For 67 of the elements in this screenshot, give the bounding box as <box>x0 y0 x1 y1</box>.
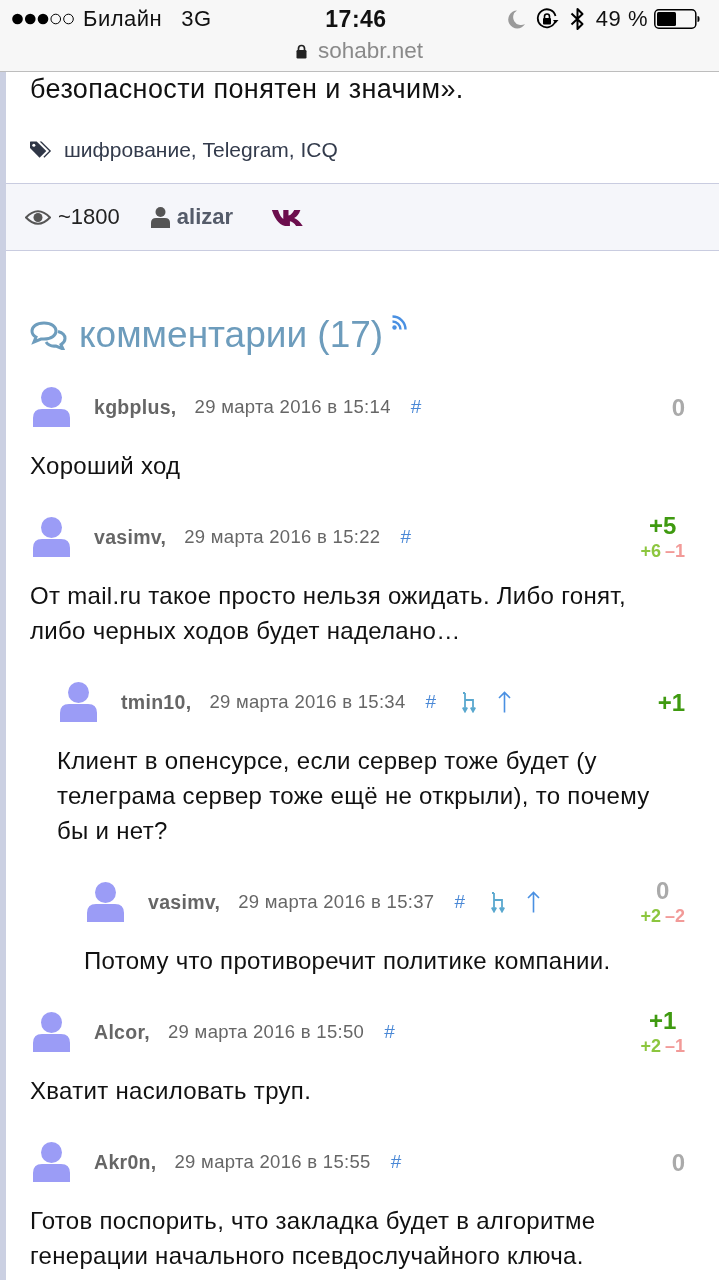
comment-author[interactable]: tmin10, <box>121 690 192 714</box>
comment-date: 29 марта 2016 в 15:50 <box>168 1021 365 1043</box>
network-type: 3G <box>181 6 212 32</box>
comment-text: Клиент в опенсурсе, если сервер тоже будет (у телеграма сервер тоже ещё не открыли), то почему бы и нет? <box>57 746 651 846</box>
user-avatar-icon <box>33 517 70 557</box>
tags-icon <box>30 140 53 160</box>
signal-strength-icon <box>12 13 74 25</box>
up-arrow-icon[interactable] <box>526 891 540 913</box>
comment-date: 29 марта 2016 в 15:55 <box>174 1151 371 1173</box>
clock-time: 17:46 <box>325 5 387 33</box>
vote-down-count: –1 <box>664 539 685 563</box>
comment-text: Потому что противоречит политике компании. <box>84 946 612 976</box>
comment-author[interactable]: vasimv, <box>94 525 167 549</box>
comment-text: От mail.ru такое просто нельзя ожидать. Либо гонят, либо черных ходов будет наделано… <box>30 581 627 646</box>
battery-icon <box>654 9 700 29</box>
user-avatar-icon <box>33 387 70 427</box>
comment-text: Готов поспорить, что закладка будет в алгоритме генерации начального псевдослучайного ключа. <box>30 1206 597 1271</box>
comment-author[interactable]: Alcor, <box>94 1020 150 1044</box>
comment-date: 29 марта 2016 в 15:22 <box>184 526 381 548</box>
author-link[interactable]: alizar <box>176 204 234 230</box>
user-icon <box>150 206 170 228</box>
carrier-name: Билайн <box>83 6 163 32</box>
up-arrow-icon[interactable] <box>498 691 512 713</box>
url-text[interactable]: sohabr.net <box>317 38 424 64</box>
comment-date: 29 марта 2016 в 15:37 <box>238 891 435 913</box>
permalink-anchor[interactable]: # <box>425 691 437 713</box>
comment-score: 0 <box>671 393 685 421</box>
user-avatar-icon <box>87 882 124 922</box>
permalink-anchor[interactable]: # <box>454 891 465 913</box>
comment-date: 29 марта 2016 в 15:34 <box>209 691 406 713</box>
permalink-anchor[interactable]: # <box>384 1021 395 1043</box>
vote-down-count: –1 <box>664 1034 685 1058</box>
split-arrows-icon[interactable] <box>490 891 505 913</box>
user-avatar-icon <box>33 1012 70 1052</box>
battery-percentage: 49 % <box>595 6 648 32</box>
bluetooth-icon <box>569 7 585 31</box>
comment-score: +5 <box>649 511 677 539</box>
vote-up-count: +2 <box>640 904 661 928</box>
user-avatar-icon <box>33 1142 70 1182</box>
vote-down-count: –2 <box>664 904 685 928</box>
vote-up-count: +6 <box>640 539 661 563</box>
vote-up-count: +2 <box>640 1034 661 1058</box>
comment-score: +1 <box>649 1006 677 1034</box>
comment-author[interactable]: kgbplus, <box>94 395 177 419</box>
user-avatar-icon <box>60 682 97 722</box>
comment-text: Хватит насиловать труп. <box>30 1076 313 1106</box>
permalink-anchor[interactable]: # <box>390 1151 402 1173</box>
moon-icon <box>506 9 525 29</box>
article-text: безопасности понятен и значим». <box>29 73 465 106</box>
comments-icon <box>30 320 67 350</box>
section-title: комментарии (17) <box>79 314 384 356</box>
permalink-anchor[interactable]: # <box>410 396 422 418</box>
rotation-lock-icon <box>535 8 559 30</box>
view-count: ~1800 <box>58 204 120 230</box>
lock-icon <box>295 43 307 59</box>
comment-author[interactable]: vasimv, <box>148 890 221 914</box>
comment-date: 29 марта 2016 в 15:14 <box>194 396 391 418</box>
comment-score: +1 <box>657 688 685 716</box>
comment-score: 0 <box>671 1148 685 1176</box>
rss-icon[interactable] <box>392 315 408 330</box>
tag-links[interactable]: шифрование, Telegram, ICQ <box>64 138 338 162</box>
split-arrows-icon[interactable] <box>462 691 477 713</box>
comment-text: Хороший ход <box>30 451 182 481</box>
comment-score: 0 <box>656 876 670 904</box>
comment-author[interactable]: Akr0n, <box>94 1150 157 1174</box>
eye-icon <box>25 208 51 226</box>
permalink-anchor[interactable]: # <box>400 526 411 548</box>
